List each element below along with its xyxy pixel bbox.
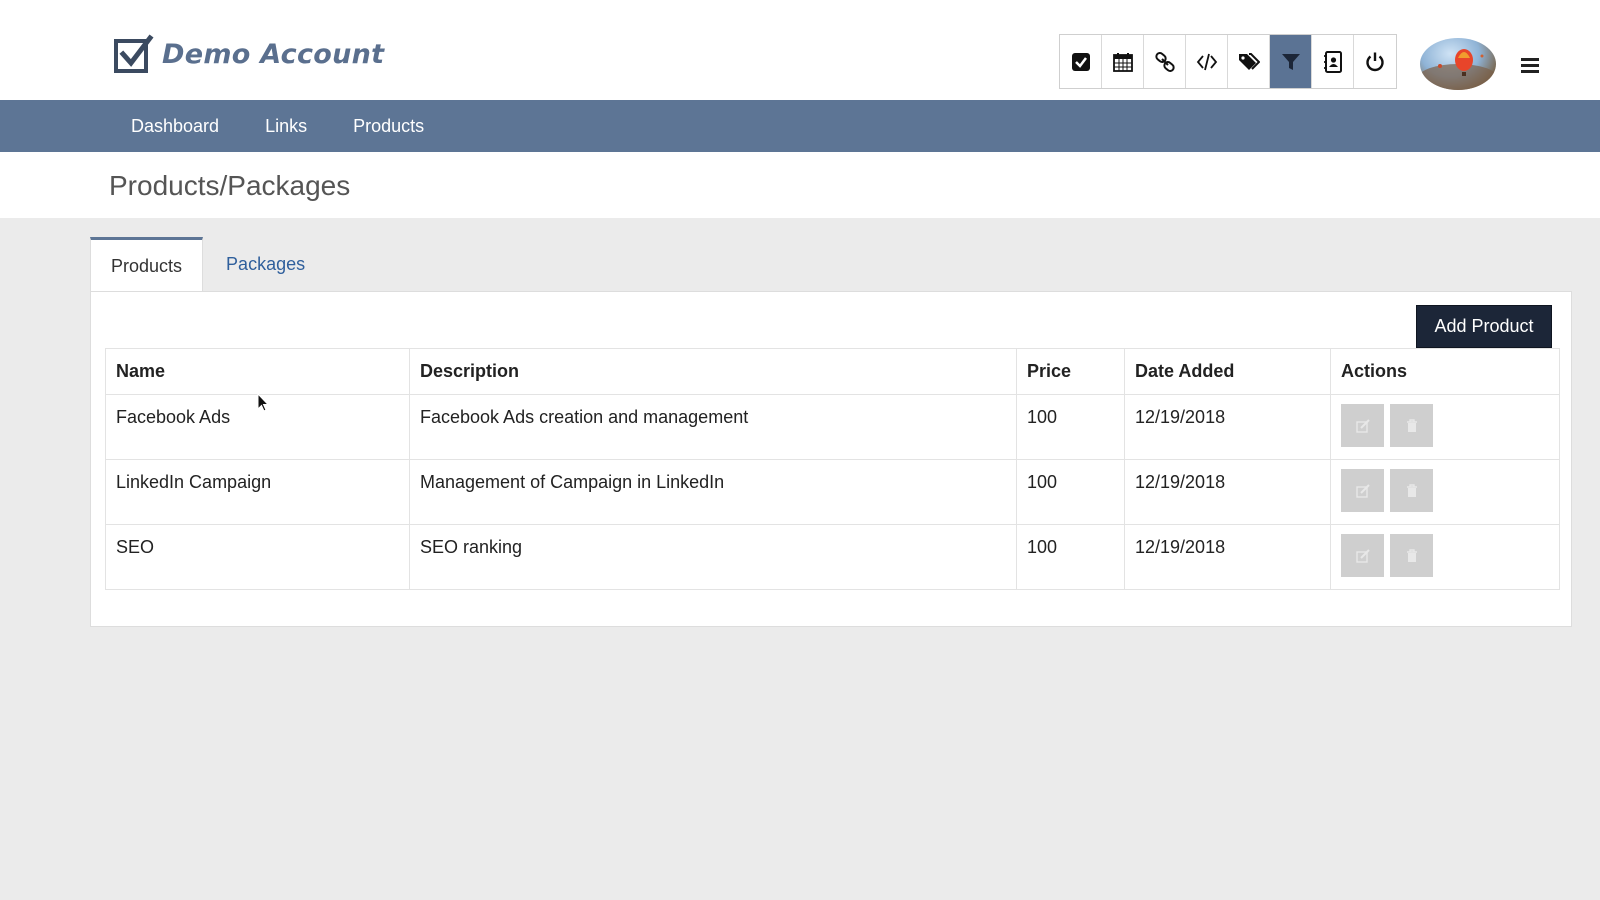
cell-actions [1330,394,1560,460]
edit-icon [1355,483,1370,498]
tags-icon [1238,52,1260,70]
filter-icon [1281,53,1300,70]
top-header: Demo Account [0,0,1600,100]
edit-button[interactable] [1341,469,1384,512]
main-nav: Dashboard Links Products [0,100,1600,152]
delete-button[interactable] [1390,469,1433,512]
checkbox-logo-icon [114,34,154,73]
logout-button[interactable] [1354,35,1396,88]
cell-price: 100 [1016,459,1125,525]
trash-icon [1406,483,1417,497]
cell-description: Facebook Ads creation and management [409,394,1017,460]
tasks-button[interactable] [1060,35,1102,88]
edit-icon [1355,418,1370,433]
filter-button[interactable] [1270,35,1312,88]
calendar-button[interactable] [1102,35,1144,88]
hot-air-balloon-image [1420,49,1496,90]
column-header-price[interactable]: Price [1016,348,1125,395]
column-header-description[interactable]: Description [409,348,1017,395]
column-header-name[interactable]: Name [105,348,410,395]
table-row: LinkedIn Campaign Management of Campaign… [105,459,1560,525]
cell-actions [1330,524,1560,590]
table-row: SEO SEO ranking 100 12/19/2018 [105,524,1560,590]
cell-price: 100 [1016,394,1125,460]
cell-actions [1330,459,1560,525]
cell-name: LinkedIn Campaign [105,459,410,525]
tab-products[interactable]: Products [90,237,204,293]
column-header-actions: Actions [1330,348,1560,395]
check-square-icon [1071,52,1090,71]
brand-title: Demo Account [162,38,385,70]
tags-button[interactable] [1228,35,1270,88]
table-header-row: Name Description Price Date Added Action… [105,348,1560,395]
user-avatar[interactable] [1420,38,1496,90]
nav-item-links[interactable]: Links [265,116,307,137]
code-button[interactable] [1186,35,1228,88]
cell-date-added: 12/19/2018 [1124,394,1331,460]
edit-button[interactable] [1341,534,1384,577]
cell-price: 100 [1016,524,1125,590]
delete-button[interactable] [1390,534,1433,577]
edit-button[interactable] [1341,404,1384,447]
page-title: Products/Packages [109,170,351,201]
delete-button[interactable] [1390,404,1433,447]
mouse-cursor-icon [257,393,269,412]
trash-icon [1406,548,1417,562]
hamburger-menu-icon[interactable] [1521,58,1539,74]
links-button[interactable] [1144,35,1186,88]
toolbar [1059,34,1397,89]
cell-date-added: 12/19/2018 [1124,524,1331,590]
trash-icon [1406,418,1417,432]
products-table: Name Description Price Date Added Action… [105,348,1560,590]
cell-description: Management of Campaign in LinkedIn [409,459,1017,525]
table-row: Facebook Ads Facebook Ads creation and m… [105,394,1560,460]
tab-packages[interactable]: Packages [203,237,325,292]
edit-icon [1355,548,1370,563]
nav-item-products[interactable]: Products [353,116,424,137]
power-icon [1366,52,1384,71]
contact-book-icon [1323,50,1342,73]
nav-item-dashboard[interactable]: Dashboard [131,116,219,137]
products-panel: Add Product Name Description Price Date … [90,291,1572,627]
tabs: Products Packages [90,237,325,293]
cell-date-added: 12/19/2018 [1124,459,1331,525]
add-product-button[interactable]: Add Product [1416,305,1552,348]
column-header-date-added[interactable]: Date Added [1124,348,1331,395]
link-icon [1154,51,1175,72]
contacts-button[interactable] [1312,35,1354,88]
code-icon [1196,53,1217,70]
cell-description: SEO ranking [409,524,1017,590]
page-header: Products/Packages [0,152,1600,218]
brand[interactable]: Demo Account [114,34,384,74]
calendar-icon [1112,52,1133,72]
cell-name: SEO [105,524,410,590]
